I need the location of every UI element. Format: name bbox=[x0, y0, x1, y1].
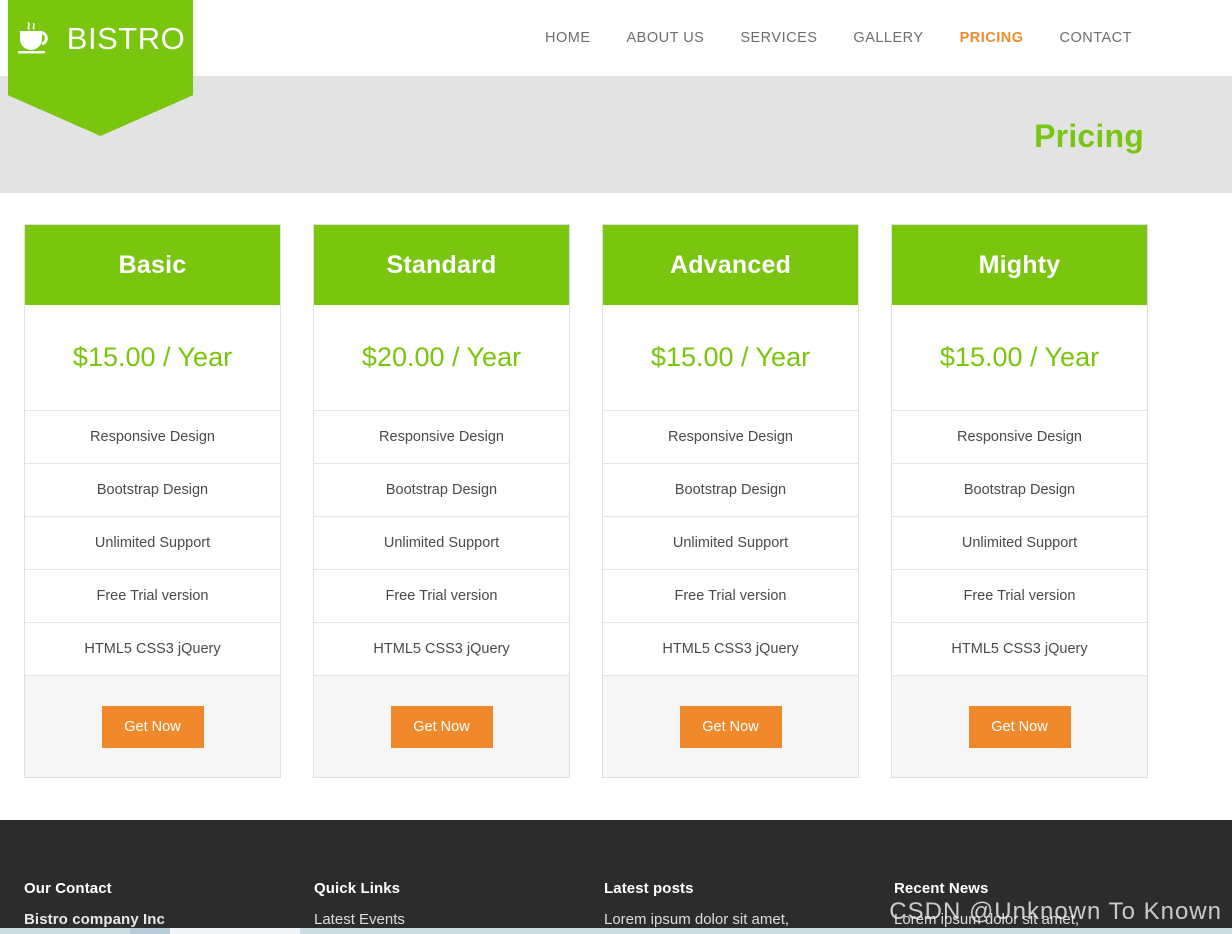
footer-column: Our Contact Bistro company Inc bbox=[24, 880, 314, 928]
pricing-card-header: Mighty bbox=[892, 225, 1147, 305]
footer-link[interactable]: Latest Events bbox=[314, 911, 604, 928]
plan-price: $20.00 / Year bbox=[314, 305, 569, 411]
pricing-card-footer: Get Now bbox=[314, 676, 569, 777]
plan-feature: Bootstrap Design bbox=[25, 464, 280, 517]
plan-feature: Responsive Design bbox=[314, 411, 569, 464]
pricing-cards: Basic $15.00 / Year Responsive Design Boots… bbox=[24, 224, 1148, 778]
footer-text: Lorem ipsum dolor sit amet, bbox=[894, 911, 1080, 928]
page-title: Pricing bbox=[1034, 118, 1144, 154]
plan-feature: Unlimited Support bbox=[892, 517, 1147, 570]
plan-feature: Unlimited Support bbox=[603, 517, 858, 570]
footer-column: Quick Links Latest Events bbox=[314, 880, 604, 928]
footer-heading: Quick Links bbox=[314, 880, 401, 897]
site-footer: Our Contact Bistro company Inc Quick Links… bbox=[0, 820, 1232, 928]
nav-item-gallery[interactable]: GALLERY bbox=[835, 30, 941, 46]
get-now-button[interactable]: Get Now bbox=[101, 705, 204, 748]
plan-feature: HTML5 CSS3 jQuery bbox=[603, 623, 858, 676]
footer-heading: Our Contact bbox=[24, 880, 112, 897]
get-now-button[interactable]: Get Now bbox=[679, 705, 782, 748]
footer-column: Latest posts Lorem ipsum dolor sit amet, bbox=[604, 880, 894, 928]
plan-feature: Free Trial version bbox=[314, 570, 569, 623]
plan-price: $15.00 / Year bbox=[25, 305, 280, 411]
plan-feature: Free Trial version bbox=[25, 570, 280, 623]
plan-price: $15.00 / Year bbox=[603, 305, 858, 411]
plan-name: Basic bbox=[118, 250, 187, 279]
footer-text: Lorem ipsum dolor sit amet, bbox=[604, 911, 790, 928]
pricing-card-footer: Get Now bbox=[892, 676, 1147, 777]
nav-item-services[interactable]: SERVICES bbox=[722, 30, 835, 46]
plan-feature: Unlimited Support bbox=[25, 517, 280, 570]
nav-item-contact[interactable]: CONTACT bbox=[1041, 30, 1150, 46]
pricing-card: Basic $15.00 / Year Responsive Design Boots… bbox=[24, 224, 281, 778]
taskbar-sliver bbox=[0, 928, 1232, 934]
plan-feature: Bootstrap Design bbox=[603, 464, 858, 517]
logo-text: BISTRO bbox=[66, 20, 186, 56]
plan-feature: Unlimited Support bbox=[314, 517, 569, 570]
pricing-card-footer: Get Now bbox=[25, 676, 280, 777]
main-navigation: HOME ABOUT US SERVICES GALLERY PRICING CONTAC… bbox=[527, 0, 1150, 76]
plan-feature: Free Trial version bbox=[603, 570, 858, 623]
nav-item-home[interactable]: HOME bbox=[527, 30, 609, 46]
get-now-button[interactable]: Get Now bbox=[390, 705, 493, 748]
pricing-card-header: Standard bbox=[314, 225, 569, 305]
footer-column: Recent News Lorem ipsum dolor sit amet, bbox=[894, 880, 1184, 928]
footer-heading: Recent News bbox=[894, 880, 989, 897]
footer-heading: Latest posts bbox=[604, 880, 694, 897]
pricing-section: Basic $15.00 / Year Responsive Design Boots… bbox=[0, 193, 1232, 820]
coffee-cup-icon bbox=[16, 21, 58, 55]
footer-company-name: Bistro company Inc bbox=[24, 911, 165, 928]
plan-feature: HTML5 CSS3 jQuery bbox=[314, 623, 569, 676]
plan-name: Mighty bbox=[978, 250, 1061, 279]
plan-price: $15.00 / Year bbox=[892, 305, 1147, 411]
get-now-button[interactable]: Get Now bbox=[968, 705, 1071, 748]
pricing-card-header: Advanced bbox=[603, 225, 858, 305]
plan-feature: Bootstrap Design bbox=[892, 464, 1147, 517]
plan-feature: HTML5 CSS3 jQuery bbox=[25, 623, 280, 676]
footer-columns: Our Contact Bistro company Inc Quick Links… bbox=[24, 880, 1232, 928]
plan-feature: HTML5 CSS3 jQuery bbox=[892, 623, 1147, 676]
pricing-card-header: Basic bbox=[25, 225, 280, 305]
plan-feature: Free Trial version bbox=[892, 570, 1147, 623]
plan-feature: Responsive Design bbox=[25, 411, 280, 464]
nav-item-about-us[interactable]: ABOUT US bbox=[608, 30, 722, 46]
plan-feature: Responsive Design bbox=[603, 411, 858, 464]
pricing-card: Mighty $15.00 / Year Responsive Design Boot… bbox=[891, 224, 1148, 778]
logo-content: BISTRO bbox=[8, 0, 193, 76]
plan-name: Standard bbox=[386, 250, 497, 279]
plan-feature: Responsive Design bbox=[892, 411, 1147, 464]
pricing-card-footer: Get Now bbox=[603, 676, 858, 777]
pricing-card: Standard $20.00 / Year Responsive Design Bo… bbox=[313, 224, 570, 778]
plan-feature: Bootstrap Design bbox=[314, 464, 569, 517]
nav-item-pricing[interactable]: PRICING bbox=[942, 30, 1042, 46]
plan-name: Advanced bbox=[669, 250, 792, 279]
pricing-card: Advanced $15.00 / Year Responsive Design Bo… bbox=[602, 224, 859, 778]
